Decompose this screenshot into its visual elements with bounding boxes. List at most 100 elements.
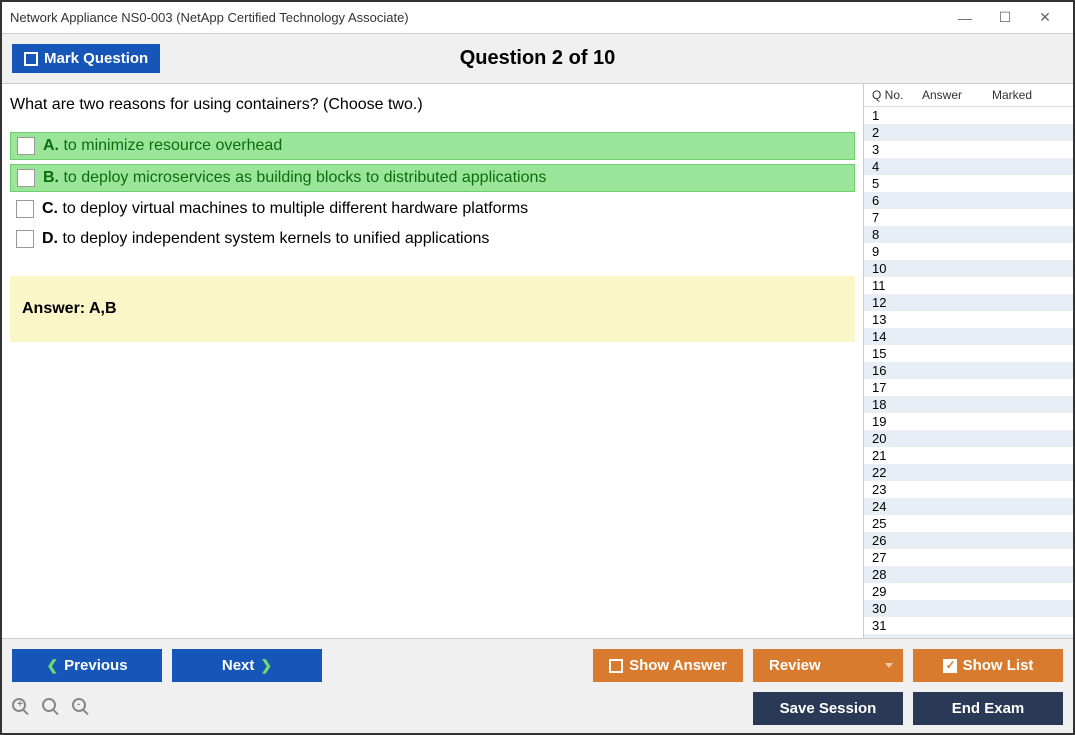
list-row[interactable]: 27 (864, 549, 1073, 566)
list-row-qno: 4 (872, 159, 922, 174)
list-row[interactable]: 3 (864, 141, 1073, 158)
list-header: Q No. Answer Marked (864, 84, 1073, 107)
list-row-qno: 7 (872, 210, 922, 225)
list-row[interactable]: 24 (864, 498, 1073, 515)
list-row-qno: 12 (872, 295, 922, 310)
close-button[interactable]: ✕ (1025, 4, 1065, 32)
footer-row-1: ❮ Previous Next ❯ Show Answer Review Sho… (12, 649, 1063, 682)
list-row[interactable]: 26 (864, 532, 1073, 549)
previous-button[interactable]: ❮ Previous (12, 649, 162, 682)
list-row-qno: 14 (872, 329, 922, 344)
list-row-qno: 30 (872, 601, 922, 616)
footer-row-2: + - Save Session End Exam (12, 692, 1063, 725)
show-list-label: Show List (963, 657, 1034, 674)
list-row-qno: 13 (872, 312, 922, 327)
option-row[interactable]: C. to deploy virtual machines to multipl… (10, 196, 855, 222)
option-row[interactable]: D. to deploy independent system kernels … (10, 226, 855, 252)
list-row[interactable]: 14 (864, 328, 1073, 345)
list-row[interactable]: 18 (864, 396, 1073, 413)
list-row[interactable]: 17 (864, 379, 1073, 396)
list-row-qno: 24 (872, 499, 922, 514)
zoom-out-icon[interactable]: - (72, 698, 94, 720)
list-row[interactable]: 31 (864, 617, 1073, 634)
option-label: C. to deploy virtual machines to multipl… (42, 200, 528, 218)
list-row[interactable]: 19 (864, 413, 1073, 430)
checkbox-icon (24, 52, 38, 66)
list-row[interactable]: 2 (864, 124, 1073, 141)
option-row[interactable]: B. to deploy microservices as building b… (10, 164, 855, 192)
list-row-qno: 22 (872, 465, 922, 480)
checkbox-checked-icon (943, 659, 957, 673)
list-row-qno: 28 (872, 567, 922, 582)
question-list[interactable]: 1234567891011121314151617181920212223242… (864, 107, 1073, 638)
zoom-reset-icon[interactable] (42, 698, 64, 720)
list-row[interactable]: 13 (864, 311, 1073, 328)
body: What are two reasons for using container… (2, 84, 1073, 638)
list-row[interactable]: 30 (864, 600, 1073, 617)
end-exam-button[interactable]: End Exam (913, 692, 1063, 725)
list-row[interactable]: 12 (864, 294, 1073, 311)
list-row[interactable]: 16 (864, 362, 1073, 379)
list-row[interactable]: 29 (864, 583, 1073, 600)
list-row-qno: 26 (872, 533, 922, 548)
question-counter: Question 2 of 10 (460, 47, 616, 70)
list-row[interactable]: 5 (864, 175, 1073, 192)
list-row-qno: 23 (872, 482, 922, 497)
list-row[interactable]: 22 (864, 464, 1073, 481)
list-row-qno: 21 (872, 448, 922, 463)
end-exam-label: End Exam (952, 700, 1025, 717)
main-panel: What are two reasons for using container… (2, 84, 863, 638)
option-checkbox[interactable] (17, 169, 35, 187)
mark-question-button[interactable]: Mark Question (12, 44, 160, 73)
option-label: A. to minimize resource overhead (43, 137, 282, 155)
list-row[interactable]: 28 (864, 566, 1073, 583)
list-row[interactable]: 21 (864, 447, 1073, 464)
list-row[interactable]: 15 (864, 345, 1073, 362)
header-answer: Answer (922, 88, 992, 102)
list-row[interactable]: 4 (864, 158, 1073, 175)
list-row[interactable]: 9 (864, 243, 1073, 260)
header-marked: Marked (992, 88, 1069, 102)
list-row[interactable]: 32 (864, 634, 1073, 638)
option-checkbox[interactable] (16, 200, 34, 218)
list-row[interactable]: 23 (864, 481, 1073, 498)
list-row-qno: 6 (872, 193, 922, 208)
list-row[interactable]: 6 (864, 192, 1073, 209)
next-label: Next (222, 657, 255, 674)
list-row[interactable]: 10 (864, 260, 1073, 277)
option-checkbox[interactable] (17, 137, 35, 155)
option-label: D. to deploy independent system kernels … (42, 230, 489, 248)
list-row[interactable]: 25 (864, 515, 1073, 532)
window-title: Network Appliance NS0-003 (NetApp Certif… (10, 10, 945, 25)
question-text: What are two reasons for using container… (10, 96, 855, 114)
titlebar: Network Appliance NS0-003 (NetApp Certif… (2, 2, 1073, 34)
list-row[interactable]: 1 (864, 107, 1073, 124)
list-row-qno: 11 (872, 278, 922, 293)
list-row-qno: 20 (872, 431, 922, 446)
list-row-qno: 19 (872, 414, 922, 429)
zoom-controls: + - (12, 698, 94, 720)
review-button[interactable]: Review (753, 649, 903, 682)
list-row-qno: 8 (872, 227, 922, 242)
list-row-qno: 2 (872, 125, 922, 140)
list-row[interactable]: 11 (864, 277, 1073, 294)
list-row[interactable]: 7 (864, 209, 1073, 226)
list-row-qno: 10 (872, 261, 922, 276)
zoom-in-icon[interactable]: + (12, 698, 34, 720)
list-row-qno: 18 (872, 397, 922, 412)
option-checkbox[interactable] (16, 230, 34, 248)
list-row[interactable]: 8 (864, 226, 1073, 243)
options-list: A. to minimize resource overhead B. to de… (10, 132, 855, 252)
option-label: B. to deploy microservices as building b… (43, 169, 546, 187)
list-row-qno: 5 (872, 176, 922, 191)
minimize-button[interactable]: — (945, 4, 985, 32)
show-list-button[interactable]: Show List (913, 649, 1063, 682)
show-answer-button[interactable]: Show Answer (593, 649, 743, 682)
list-row[interactable]: 20 (864, 430, 1073, 447)
footer: ❮ Previous Next ❯ Show Answer Review Sho… (2, 638, 1073, 733)
save-session-button[interactable]: Save Session (753, 692, 903, 725)
option-row[interactable]: A. to minimize resource overhead (10, 132, 855, 160)
next-button[interactable]: Next ❯ (172, 649, 322, 682)
app-window: Network Appliance NS0-003 (NetApp Certif… (0, 0, 1075, 735)
maximize-button[interactable]: ☐ (985, 4, 1025, 32)
